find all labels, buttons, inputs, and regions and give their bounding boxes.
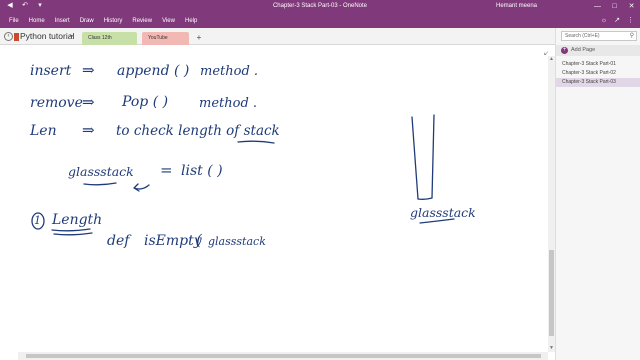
ribbon-menu-bar: File Home Insert Draw History Review Vie… <box>0 14 640 28</box>
lightbulb-icon[interactable]: ☼ <box>601 14 607 28</box>
window-title: Chapter-3 Stack Part-03 - OneNote <box>272 3 368 9</box>
ink-underline-glassstack <box>83 182 117 186</box>
menu-review[interactable]: Review <box>127 14 157 28</box>
menu-home[interactable]: Home <box>24 14 50 28</box>
notebook-bar: ‹ Python tutorial ▾ Class 12th Computer … <box>0 28 640 54</box>
scroll-down-icon[interactable]: ▼ <box>548 345 555 352</box>
ink-underline-stack-label <box>419 218 455 224</box>
close-icon[interactable]: ✕ <box>623 0 640 14</box>
back-icon[interactable]: ‹ <box>4 32 13 41</box>
maximize-icon[interactable]: □ <box>606 0 623 14</box>
section-tab-youtube-shorts[interactable]: YouTube Shorts <box>142 32 189 54</box>
menu-file[interactable]: File <box>0 14 24 28</box>
add-page-icon: + <box>561 47 568 54</box>
vertical-scrollbar[interactable]: ▲ ▼ <box>548 56 555 352</box>
vertical-scroll-thumb[interactable] <box>549 250 554 336</box>
menu-view[interactable]: View <box>157 14 180 28</box>
page-item-part-02[interactable]: Chapter-3 Stack Part-02 <box>556 69 640 78</box>
ink-glass-right <box>431 114 435 199</box>
window-controls: — □ ✕ <box>589 0 640 14</box>
ink-return-arrow <box>133 183 150 192</box>
horizontal-scroll-thumb[interactable] <box>26 354 541 358</box>
add-page-button[interactable]: + Add Page <box>556 45 640 56</box>
share-icon[interactable]: ↗ <box>614 14 620 28</box>
search-icon[interactable]: ⚲ <box>630 32 634 40</box>
scroll-up-icon[interactable]: ▲ <box>548 56 555 63</box>
page-item-part-03[interactable]: Chapter-3 Stack Part-03 <box>556 78 640 87</box>
user-name[interactable]: Hemant meena <box>496 3 537 9</box>
search-box[interactable]: Search (Ctrl+E) ⚲ <box>561 31 637 41</box>
more-icon[interactable]: ⋮ <box>627 14 634 28</box>
notebook-name[interactable]: Python tutorial <box>20 31 74 41</box>
title-bar: ◀ ↶ ▾ Chapter-3 Stack Part-03 - OneNote … <box>0 0 640 14</box>
add-section-button[interactable]: + <box>193 32 205 44</box>
ink-strokes <box>31 114 455 236</box>
ink-underline-length <box>51 228 93 236</box>
minimize-icon[interactable]: — <box>589 0 606 14</box>
notebook-dropdown-icon[interactable]: ▾ <box>70 33 73 40</box>
ink-glass-bottom <box>417 197 433 200</box>
page-item-part-01[interactable]: Chapter-3 Stack Part-01 <box>556 60 640 69</box>
ink-glass-left <box>411 116 419 200</box>
pages-pane: Search (Ctrl+E) ⚲ + Add Page Chapter-3 S… <box>555 28 640 360</box>
section-tab-class-12th[interactable]: Class 12th Computer <box>82 32 137 54</box>
menu-draw[interactable]: Draw <box>75 14 99 28</box>
menu-history[interactable]: History <box>99 14 128 28</box>
menu-insert[interactable]: Insert <box>50 14 75 28</box>
ink-underline-stack <box>237 140 275 144</box>
page-canvas[interactable]: ⤢ insert ⇒ append ( ) method . remove ⇒ … <box>18 45 548 353</box>
ink-circle-number <box>31 212 45 230</box>
menu-help[interactable]: Help <box>180 14 202 28</box>
left-margin <box>0 45 18 360</box>
notebook-icon <box>14 33 19 41</box>
add-page-label: Add Page <box>571 47 596 53</box>
search-placeholder: Search (Ctrl+E) <box>565 33 600 39</box>
horizontal-scrollbar[interactable] <box>18 352 548 360</box>
